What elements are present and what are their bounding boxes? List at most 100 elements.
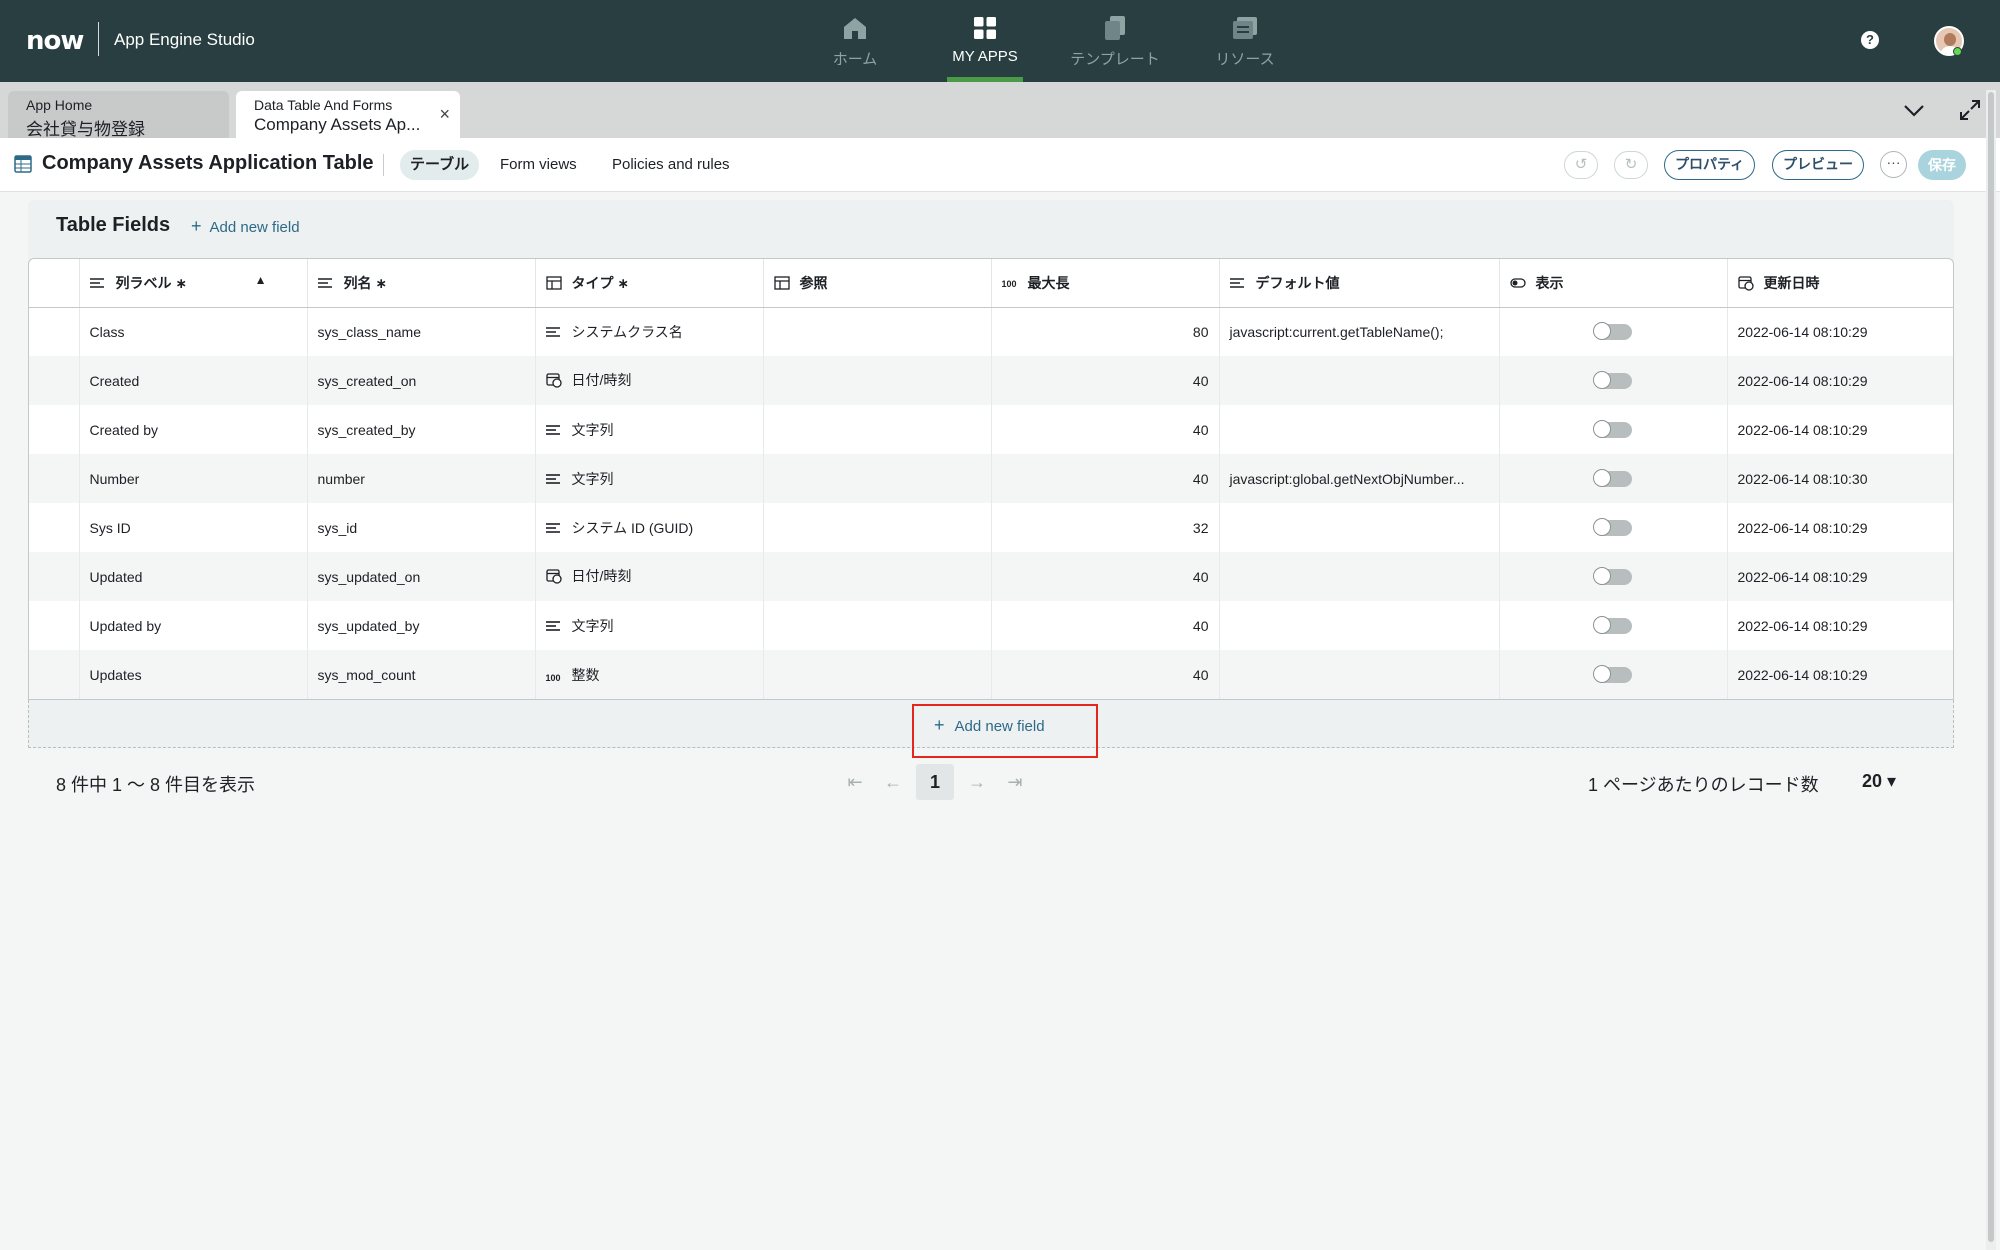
cell-default[interactable]	[1219, 503, 1500, 552]
cell-default[interactable]	[1219, 405, 1500, 454]
cell-label[interactable]: Created by	[79, 405, 308, 454]
cell-label[interactable]: Sys ID	[79, 503, 308, 552]
redo-button[interactable]: ↻	[1614, 151, 1648, 179]
cell-reference[interactable]	[763, 405, 992, 454]
column-header-name[interactable]: 列名 ∗	[307, 259, 536, 308]
add-new-field-button[interactable]: + Add new field	[934, 715, 1045, 736]
cell-name[interactable]: sys_created_by	[307, 405, 536, 454]
display-toggle[interactable]	[1593, 518, 1632, 537]
cell-name[interactable]: number	[307, 454, 536, 503]
cell-reference[interactable]	[763, 503, 992, 552]
cell-name[interactable]: sys_mod_count	[307, 650, 536, 699]
cell-reference[interactable]	[763, 356, 992, 405]
column-header-updated[interactable]: 更新日時	[1727, 259, 1953, 308]
cell-max-length[interactable]: 40	[991, 454, 1220, 503]
next-page-icon[interactable]: →	[958, 772, 996, 793]
column-header-display[interactable]: 表示	[1499, 259, 1728, 308]
cell-label[interactable]: Updated by	[79, 601, 308, 650]
table-row[interactable]: Created by sys_created_by 文字列 40 2022-06-14 …	[29, 405, 1953, 454]
cell-label[interactable]: Updated	[79, 552, 308, 601]
cell-name[interactable]: sys_class_name	[307, 307, 536, 356]
more-options-button[interactable]: ···	[1880, 151, 1907, 178]
cell-max-length[interactable]: 40	[991, 405, 1220, 454]
servicenow-logo[interactable]: now	[26, 26, 84, 56]
records-per-page-select[interactable]: 20 ▾	[1862, 771, 1896, 792]
cell-name[interactable]: sys_updated_by	[307, 601, 536, 650]
column-header-type[interactable]: タイプ ∗	[535, 259, 764, 308]
cell-default[interactable]: javascript:current.getTableName();	[1219, 307, 1500, 356]
cell-label[interactable]: Updates	[79, 650, 308, 699]
tab-app-home[interactable]: App Home 会社貸与物登録	[8, 91, 229, 139]
cell-default[interactable]	[1219, 601, 1500, 650]
table-row[interactable]: Updated sys_updated_on 日付/時刻 40 2022-06-14 0…	[29, 552, 1953, 601]
cell-type[interactable]: 文字列	[535, 601, 764, 650]
cell-max-length[interactable]: 40	[991, 356, 1220, 405]
tab-policies-and-rules[interactable]: Policies and rules	[602, 150, 740, 180]
display-toggle[interactable]	[1593, 371, 1632, 390]
display-toggle[interactable]	[1593, 322, 1632, 341]
expand-icon[interactable]	[1958, 98, 1982, 122]
cell-default[interactable]	[1219, 552, 1500, 601]
tab-data-table-and-forms[interactable]: Data Table And Forms Company Assets Ap..…	[236, 91, 460, 138]
cell-type[interactable]: 文字列	[535, 405, 764, 454]
first-page-icon[interactable]: ⇤	[836, 772, 874, 793]
cell-reference[interactable]	[763, 650, 992, 699]
display-toggle[interactable]	[1593, 469, 1632, 488]
cell-reference[interactable]	[763, 307, 992, 356]
cell-max-length[interactable]: 40	[991, 650, 1220, 699]
cell-reference[interactable]	[763, 601, 992, 650]
nav-my-apps[interactable]: MY APPS	[920, 0, 1050, 82]
tab-form-views[interactable]: Form views	[490, 150, 587, 180]
cell-name[interactable]: sys_created_on	[307, 356, 536, 405]
column-header-label[interactable]: 列ラベル ∗ ▲	[79, 259, 308, 308]
nav-resources[interactable]: リソース	[1180, 0, 1310, 82]
table-row[interactable]: Updates sys_mod_count 100 整数 40 2022-06-14 08…	[29, 650, 1953, 699]
cell-default[interactable]	[1219, 356, 1500, 405]
display-toggle[interactable]	[1593, 665, 1632, 684]
close-icon[interactable]: ×	[439, 104, 450, 125]
cell-type[interactable]: 日付/時刻	[535, 356, 764, 405]
previous-page-icon[interactable]: ←	[874, 772, 912, 793]
cell-default[interactable]	[1219, 650, 1500, 699]
table-row[interactable]: Class sys_class_name システムクラス名 80 javascript:…	[29, 307, 1953, 356]
properties-button[interactable]: プロパティ	[1664, 150, 1756, 180]
display-toggle[interactable]	[1593, 420, 1632, 439]
preview-button[interactable]: プレビュー	[1772, 150, 1864, 180]
cell-label[interactable]: Created	[79, 356, 308, 405]
nav-home[interactable]: ホーム	[790, 0, 920, 82]
table-row[interactable]: Created sys_created_on 日付/時刻 40 2022-06-14 0…	[29, 356, 1953, 405]
cell-default[interactable]: javascript:global.getNextObjNumber...	[1219, 454, 1500, 503]
tab-table[interactable]: テーブル	[400, 150, 480, 180]
cell-reference[interactable]	[763, 552, 992, 601]
add-new-field-link[interactable]: + Add new field	[191, 216, 300, 237]
cell-type[interactable]: システムクラス名	[535, 307, 764, 356]
cell-label[interactable]: Number	[79, 454, 308, 503]
table-row[interactable]: Number number 文字列 40 javascript:global.getNe…	[29, 454, 1953, 503]
save-button[interactable]: 保存	[1918, 150, 1966, 180]
cell-name[interactable]: sys_updated_on	[307, 552, 536, 601]
display-toggle[interactable]	[1593, 616, 1632, 635]
cell-label[interactable]: Class	[79, 307, 308, 356]
column-header-default[interactable]: デフォルト値	[1219, 259, 1500, 308]
cell-name[interactable]: sys_id	[307, 503, 536, 552]
help-icon[interactable]: ?	[1861, 31, 1879, 49]
cell-type[interactable]: 100 整数	[535, 650, 764, 699]
cell-type[interactable]: 文字列	[535, 454, 764, 503]
cell-max-length[interactable]: 32	[991, 503, 1220, 552]
current-page[interactable]: 1	[916, 764, 954, 800]
cell-max-length[interactable]: 40	[991, 601, 1220, 650]
column-header-max-length[interactable]: 100 最大長	[991, 259, 1220, 308]
display-toggle[interactable]	[1593, 567, 1632, 586]
sort-ascending-icon[interactable]: ▲	[255, 273, 267, 287]
table-row[interactable]: Sys ID sys_id システム ID (GUID) 32 2022-06-14 0…	[29, 503, 1953, 552]
table-row[interactable]: Updated by sys_updated_by 文字列 40 2022-06-14 …	[29, 601, 1953, 650]
cell-type[interactable]: システム ID (GUID)	[535, 503, 764, 552]
cell-type[interactable]: 日付/時刻	[535, 552, 764, 601]
cell-max-length[interactable]: 80	[991, 307, 1220, 356]
nav-templates[interactable]: テンプレート	[1050, 0, 1180, 82]
scrollbar-thumb[interactable]	[1988, 92, 1994, 1242]
last-page-icon[interactable]: ⇥	[996, 772, 1034, 793]
cell-reference[interactable]	[763, 454, 992, 503]
column-header-reference[interactable]: 参照	[763, 259, 992, 308]
undo-button[interactable]: ↺	[1564, 151, 1598, 179]
